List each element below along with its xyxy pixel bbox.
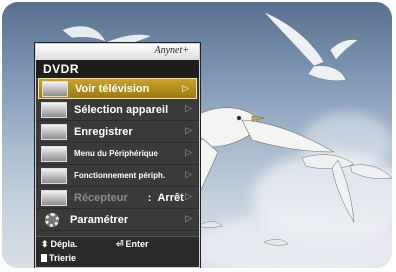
receiver-value: Arrêt bbox=[157, 191, 184, 204]
chevron-right-icon: ▷ bbox=[185, 103, 192, 113]
menu-item-device-select[interactable]: Sélection appareil ▷ bbox=[36, 99, 199, 121]
menu-item-device-operation[interactable]: Fonctionnement périph. ▷ bbox=[36, 165, 199, 187]
device-select-icon bbox=[41, 101, 67, 118]
menu-item-label: Menu du Périphérique bbox=[74, 149, 159, 158]
chevron-right-icon: ▷ bbox=[182, 83, 189, 93]
menu-header-bar: Anynet+ bbox=[36, 44, 199, 60]
menu-item-label: Fonctionnement périph. bbox=[74, 171, 166, 180]
menu-item-label: Récepteur bbox=[74, 191, 128, 204]
menu-item-watch-tv[interactable]: Voir télévision ▷ bbox=[38, 78, 197, 99]
screen: Anynet+ DVDR Voir télévision ▷ Sélection… bbox=[0, 0, 396, 272]
gear-icon bbox=[45, 212, 59, 227]
tv-display: Anynet+ DVDR Voir télévision ▷ Sélection… bbox=[2, 2, 392, 268]
menu-item-record[interactable]: Enregistrer ▷ bbox=[36, 121, 199, 143]
chevron-right-icon: ▷ bbox=[185, 125, 192, 135]
menu-item-label: Sélection appareil bbox=[74, 103, 169, 116]
chevron-right-icon: ▷ bbox=[185, 169, 192, 179]
receiver-icon bbox=[41, 189, 67, 206]
menu-title: DVDR bbox=[36, 60, 199, 78]
chevron-right-icon: ▷ bbox=[185, 191, 192, 201]
menu-item-device-menu[interactable]: Menu du Périphérique ▷ bbox=[36, 143, 199, 165]
footer-move: ⬍ Dépla. bbox=[41, 239, 78, 249]
chevron-right-icon: ▷ bbox=[185, 213, 192, 223]
enter-icon: ⏎ bbox=[116, 239, 124, 249]
menu-item-setup[interactable]: Paramétrer ▷ bbox=[36, 209, 199, 231]
menu-footer: ⬍ Dépla. ⏎ Enter Trierie bbox=[36, 236, 199, 267]
chevron-right-icon: ▷ bbox=[185, 147, 192, 157]
menu-item-label: Enregistrer bbox=[74, 125, 133, 138]
footer-enter: ⏎ Enter bbox=[116, 239, 149, 249]
anynet-logo: Anynet+ bbox=[154, 45, 189, 56]
return-icon bbox=[41, 254, 47, 262]
up-down-arrows-icon: ⬍ bbox=[41, 239, 49, 249]
receiver-colon: : bbox=[147, 191, 152, 204]
device-operation-icon bbox=[41, 167, 67, 184]
device-menu-icon bbox=[41, 145, 67, 162]
record-icon bbox=[41, 123, 67, 140]
anynet-menu-panel: Anynet+ DVDR Voir télévision ▷ Sélection… bbox=[35, 43, 200, 268]
menu-item-label: Paramétrer bbox=[70, 213, 129, 226]
menu-item-label: Voir télévision bbox=[75, 82, 150, 95]
tv-icon bbox=[42, 80, 68, 97]
footer-sort: Trierie bbox=[41, 253, 76, 263]
menu-item-receiver[interactable]: Récepteur : Arrêt ▷ bbox=[36, 187, 199, 209]
